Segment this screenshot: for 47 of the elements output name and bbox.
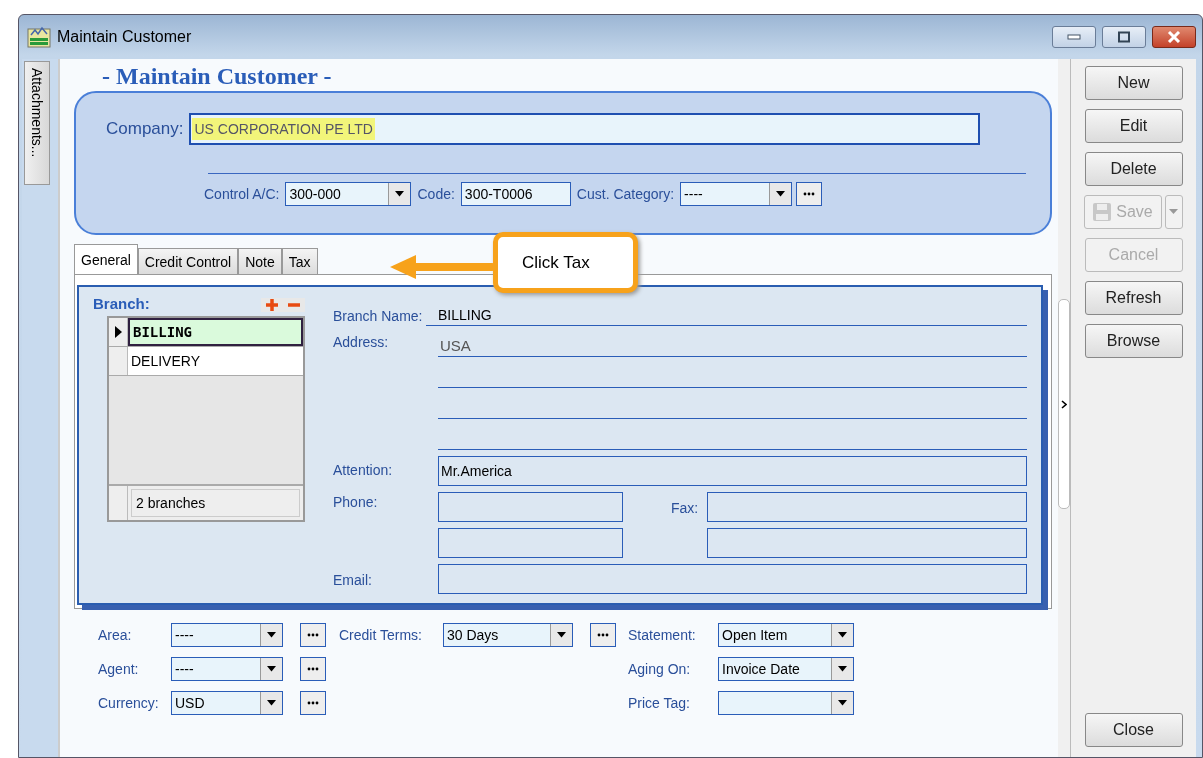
code-field[interactable]: 300-T0006 — [460, 182, 571, 206]
field-label: Area: — [98, 627, 133, 643]
dropdown-field[interactable]: 300-000 — [285, 182, 412, 206]
field-label: Aging On: — [628, 661, 692, 677]
tab[interactable]: Tax — [281, 248, 318, 274]
dropdown-field[interactable]: 30 Days — [443, 623, 573, 647]
branch-count: 2 branches — [131, 489, 300, 517]
field-label: Attention: — [333, 461, 394, 480]
close-button[interactable]: Close — [1084, 713, 1183, 747]
toolbar-button[interactable]: Delete — [1084, 152, 1183, 186]
field-label: Phone: — [333, 493, 379, 512]
toolbar-button[interactable]: Refresh — [1084, 281, 1183, 315]
field-label: Company: — [106, 119, 184, 139]
tab[interactable]: General — [74, 244, 138, 274]
field-label: Currency: — [98, 695, 160, 711]
dropdown-field[interactable]: Invoice Date — [718, 657, 854, 681]
list-row[interactable]: BILLING — [128, 318, 303, 346]
window-title: Maintain Customer — [57, 28, 193, 46]
callout-box: Click Tax — [493, 232, 638, 293]
field-label: Address: — [333, 333, 390, 352]
field-label: Branch Name: — [333, 307, 424, 326]
attachments-tab[interactable]: Attachments... — [24, 61, 50, 185]
form-heading: - Maintain Customer - — [101, 62, 332, 89]
toolbar-button[interactable]: New — [1084, 66, 1183, 100]
field-label: Cust. Category: — [576, 186, 675, 202]
dropdown-field[interactable]: ---- — [171, 623, 283, 647]
toolbar-button[interactable]: Edit — [1084, 109, 1183, 143]
branch-name-field[interactable]: BILLING — [426, 295, 1027, 326]
dropdown-field[interactable]: USD — [171, 691, 283, 715]
dropdown-field[interactable]: ---- — [680, 182, 793, 206]
company-field[interactable]: US CORPORATION PE LTD — [189, 113, 981, 145]
field-label: Credit Terms: — [339, 627, 423, 643]
tab[interactable]: Credit Control — [137, 248, 239, 274]
tab[interactable]: Note — [238, 248, 282, 274]
section-label: Branch: — [93, 295, 150, 312]
address-field[interactable]: USA — [438, 326, 1027, 357]
field-label: Email: — [333, 571, 373, 590]
field-label: Statement: — [628, 627, 697, 643]
field-label: Code: — [417, 186, 455, 202]
dropdown-field[interactable]: Open Item — [718, 623, 854, 647]
attention-field[interactable]: Mr.America — [438, 456, 1027, 486]
field-label: Agent: — [98, 661, 140, 677]
field-label: Price Tag: — [628, 695, 691, 711]
toolbar-button[interactable]: Browse — [1084, 324, 1183, 358]
field-label: Fax: — [670, 499, 700, 518]
field-label: Control A/C: — [204, 186, 280, 202]
dropdown-field[interactable]: ---- — [171, 657, 283, 681]
